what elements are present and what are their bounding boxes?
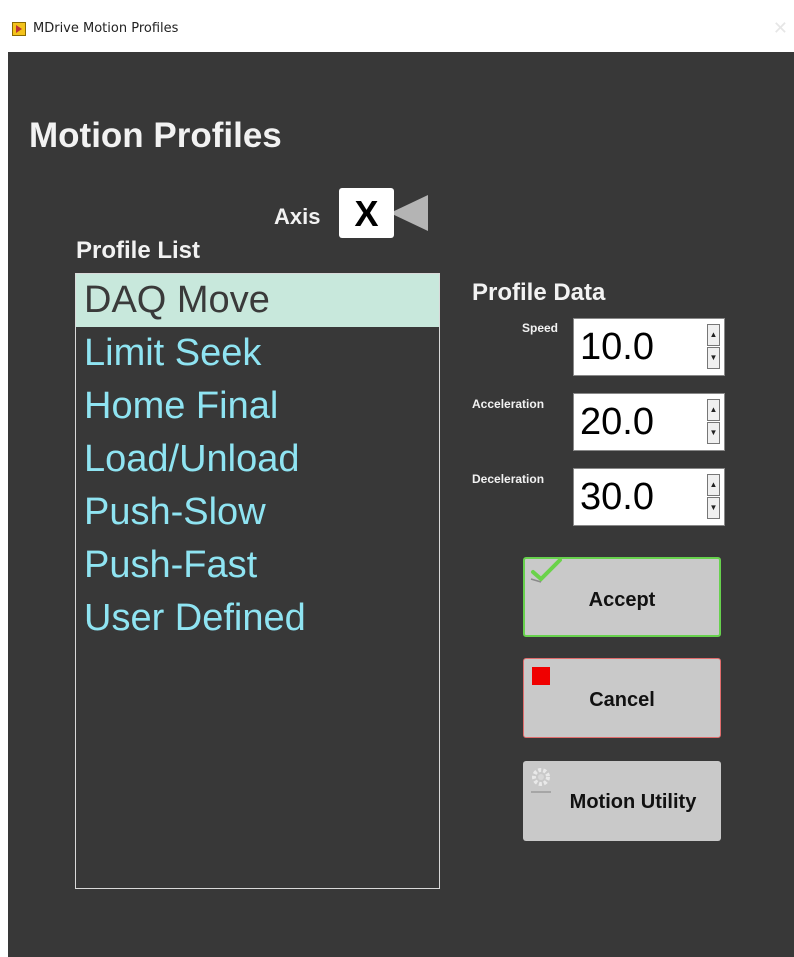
close-icon[interactable]: ✕ <box>773 18 788 39</box>
app-icon <box>12 22 26 36</box>
profile-item-home-final[interactable]: Home Final <box>76 380 439 433</box>
acceleration-field[interactable]: 20.0 ▲ ▼ <box>573 393 725 451</box>
profile-item-push-fast[interactable]: Push-Fast <box>76 539 439 592</box>
accept-label: Accept <box>588 589 656 611</box>
cancel-label: Cancel <box>589 689 655 711</box>
acceleration-value[interactable]: 20.0 <box>580 401 654 444</box>
cancel-button[interactable]: Cancel <box>523 658 721 738</box>
speed-value[interactable]: 10.0 <box>580 326 654 369</box>
profile-item-load-unload[interactable]: Load/Unload <box>76 433 439 486</box>
deceleration-label: Deceleration <box>472 472 545 486</box>
profile-item-user-defined[interactable]: User Defined <box>76 592 439 645</box>
deceleration-value[interactable]: 30.0 <box>580 476 654 519</box>
profile-list-heading: Profile List <box>76 237 201 264</box>
profile-item-limit-seek[interactable]: Limit Seek <box>76 327 439 380</box>
profile-list[interactable]: DAQ Move Limit Seek Home Final Load/Unlo… <box>75 273 440 889</box>
checkmark-icon <box>530 558 562 583</box>
speed-field[interactable]: 10.0 ▲ ▼ <box>573 318 725 376</box>
speed-increment-button[interactable]: ▲ <box>707 324 720 346</box>
acceleration-decrement-button[interactable]: ▼ <box>707 422 720 444</box>
acceleration-label: Acceleration <box>472 397 545 411</box>
motion-utility-label: Motion Utility <box>569 791 697 813</box>
stop-square-icon <box>532 667 550 685</box>
speed-label: Speed <box>522 321 559 335</box>
app-window: MDrive Motion Profiles ✕ Motion Profiles… <box>8 8 794 957</box>
profile-data-heading: Profile Data <box>472 279 606 306</box>
deceleration-decrement-button[interactable]: ▼ <box>707 497 720 519</box>
acceleration-increment-button[interactable]: ▲ <box>707 399 720 421</box>
page-title: Motion Profiles <box>29 116 282 155</box>
title-bar: MDrive Motion Profiles ✕ <box>8 8 794 52</box>
deceleration-increment-button[interactable]: ▲ <box>707 474 720 496</box>
motion-utility-button[interactable]: Motion Utility <box>523 761 721 841</box>
deceleration-field[interactable]: 30.0 ▲ ▼ <box>573 468 725 526</box>
axis-label: Axis <box>274 204 321 229</box>
accept-button[interactable]: Accept <box>523 557 721 637</box>
speed-decrement-button[interactable]: ▼ <box>707 347 720 369</box>
profile-item-push-slow[interactable]: Push-Slow <box>76 486 439 539</box>
profile-item-daq-move[interactable]: DAQ Move <box>76 274 439 327</box>
window-title: MDrive Motion Profiles <box>33 21 179 36</box>
axis-selector[interactable]: X <box>339 188 394 238</box>
